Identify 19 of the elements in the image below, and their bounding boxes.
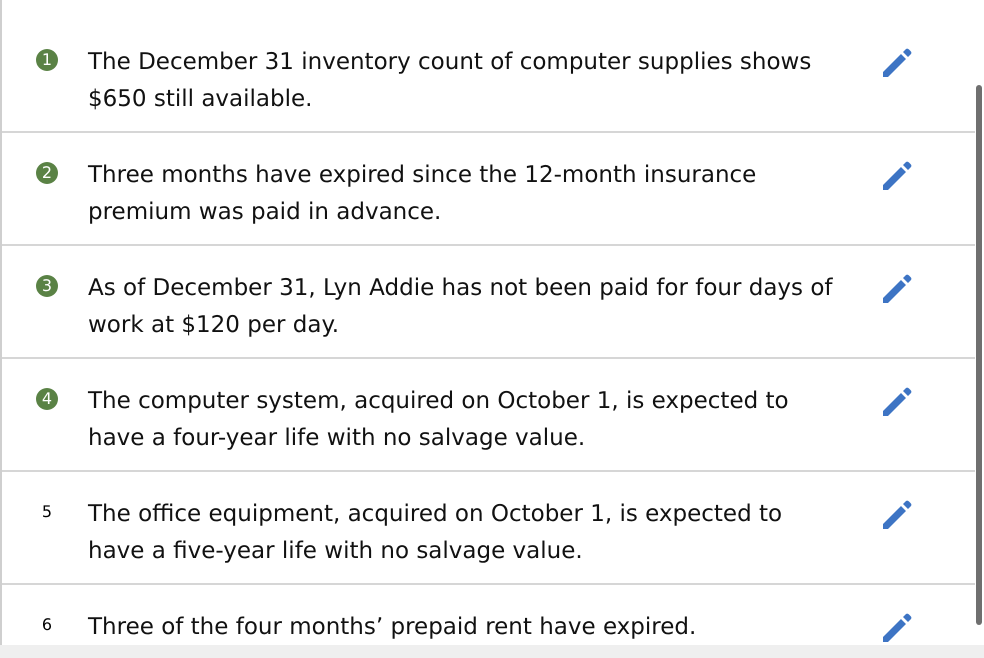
edit-pencil-icon[interactable] (882, 48, 912, 78)
completed-number-badge: 2 (36, 162, 58, 184)
item-text: The computer system, acquired on October 1, is expected to have a four-year life with no salvage value. (88, 387, 790, 453)
edit-pencil-icon[interactable] (882, 161, 912, 191)
edit-pencil-icon[interactable] (882, 500, 912, 530)
item-text: The office equipment, acquired on October 1, is expected to have a five-year life with no salvage value. (88, 500, 784, 566)
completed-number-badge: 3 (36, 275, 58, 297)
completed-number-badge: 4 (36, 388, 58, 410)
item-text: As of December 31, Lyn Addie has not been paid for four days of work at $120 per day. (88, 274, 833, 340)
item-number: 5 (40, 501, 54, 523)
item-text: Three of the four months’ prepaid rent have expired. (88, 613, 698, 642)
item-text: The December 31 inventory count of computer supplies shows $650 still available. (88, 48, 812, 114)
scrollbar[interactable] (976, 85, 982, 625)
edit-pencil-icon[interactable] (882, 274, 912, 304)
item-number: 6 (40, 614, 54, 636)
edit-pencil-icon[interactable] (882, 613, 912, 643)
item-text: Three months have expired since the 12-month insurance premium was paid in advance. (88, 161, 758, 227)
edit-pencil-icon[interactable] (882, 387, 912, 417)
completed-number-badge: 1 (36, 49, 58, 71)
